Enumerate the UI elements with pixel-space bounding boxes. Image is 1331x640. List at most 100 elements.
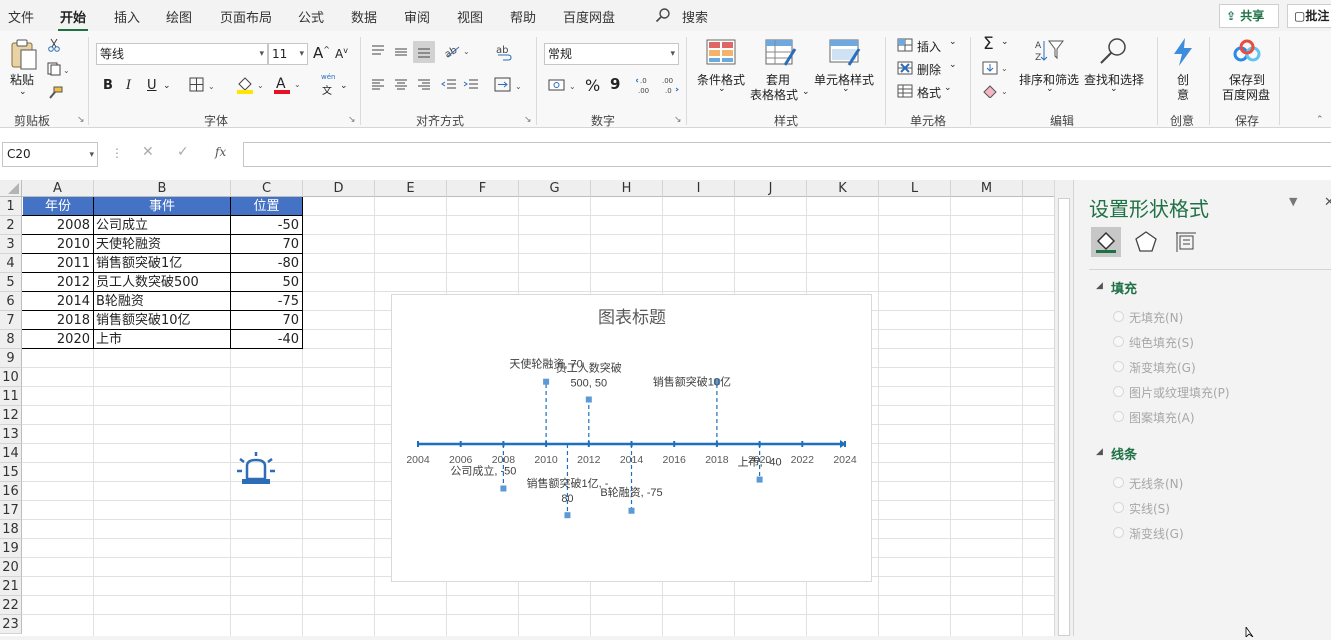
tab-draw[interactable]: 绘图 xyxy=(166,7,192,26)
chart-data-label[interactable]: 销售额突破10亿 xyxy=(653,375,731,389)
row-header-5[interactable]: 5 xyxy=(0,273,22,292)
conditional-chevron-down-icon[interactable]: ⌄ xyxy=(718,84,726,94)
radio-solid-fill[interactable] xyxy=(1113,336,1124,347)
chart-data-label[interactable]: 员工人数突破 xyxy=(556,361,622,375)
fill-section-triangle-icon[interactable]: ◢ xyxy=(1096,281,1103,291)
format-as-table-icon[interactable] xyxy=(765,39,797,70)
chart-data-point[interactable] xyxy=(564,512,571,519)
baidu-cloud-icon[interactable] xyxy=(1232,39,1262,68)
comma-button[interactable]: 9 xyxy=(610,75,620,93)
chart-data-label[interactable]: 80 xyxy=(561,493,573,505)
column-header-l[interactable]: L xyxy=(879,180,951,197)
table-cell-event[interactable]: 上市 xyxy=(96,330,230,349)
table-cell-event[interactable]: B轮融资 xyxy=(96,292,230,311)
row-header-22[interactable]: 22 xyxy=(0,596,22,615)
align-bottom-icon[interactable] xyxy=(413,41,435,63)
table-cell-event[interactable]: 销售额突破1亿 xyxy=(96,254,230,273)
row-header-20[interactable]: 20 xyxy=(0,558,22,577)
pane-options-chevron-down-icon[interactable]: ▼ xyxy=(1289,195,1297,208)
paste-label[interactable]: 粘贴 xyxy=(10,71,34,88)
table-cell-position[interactable]: -40 xyxy=(231,330,302,349)
tab-data[interactable]: 数据 xyxy=(351,7,377,26)
chart-data-point[interactable] xyxy=(500,485,507,492)
row-header-11[interactable]: 11 xyxy=(0,387,22,406)
format-cells-icon[interactable] xyxy=(897,84,913,101)
percent-button[interactable]: % xyxy=(585,76,600,95)
row-header-8[interactable]: 8 xyxy=(0,330,22,349)
decrease-indent-icon[interactable] xyxy=(441,79,457,94)
paste-icon[interactable] xyxy=(10,39,38,74)
column-header-h[interactable]: H xyxy=(591,180,663,197)
radio-gradient-fill[interactable] xyxy=(1113,361,1124,372)
row-header-21[interactable]: 21 xyxy=(0,577,22,596)
table-cell-event[interactable]: 销售额突破10亿 xyxy=(96,311,230,330)
column-header-e[interactable]: E xyxy=(375,180,447,197)
row-header-7[interactable]: 7 xyxy=(0,311,22,330)
radio-picture-fill[interactable] xyxy=(1113,386,1124,397)
paste-chevron-down-icon[interactable]: ⌄ xyxy=(19,87,27,97)
row-header-10[interactable]: 10 xyxy=(0,368,22,387)
table-cell-event[interactable]: 员工人数突破500 xyxy=(96,273,230,292)
select-all-button[interactable] xyxy=(0,180,22,197)
table-header-position[interactable]: 位置 xyxy=(231,197,302,216)
radio-gradient-line[interactable] xyxy=(1113,527,1124,538)
table-cell-year[interactable]: 2008 xyxy=(23,216,93,235)
table-cell-year[interactable]: 2010 xyxy=(23,235,93,254)
cell-styles-chevron-down-icon[interactable]: ⌄ xyxy=(842,84,850,94)
sort-filter-icon[interactable]: AZ xyxy=(1034,38,1064,67)
column-header-b[interactable]: B xyxy=(94,180,231,197)
orientation-icon[interactable]: ab ⌄ xyxy=(443,43,471,62)
alignment-launcher-icon[interactable]: ↘ xyxy=(524,115,532,125)
copy-icon[interactable]: ⌄ xyxy=(47,62,70,79)
create-label-2[interactable]: 意 xyxy=(1177,86,1189,103)
table-cell-year[interactable]: 2011 xyxy=(23,254,93,273)
clipboard-launcher-icon[interactable]: ↘ xyxy=(77,115,85,125)
table-header-event[interactable]: 事件 xyxy=(94,197,230,216)
conditional-format-icon[interactable] xyxy=(706,39,736,70)
radio-no-line[interactable] xyxy=(1113,477,1124,488)
chart-data-label[interactable]: 上市, -40 xyxy=(738,455,782,469)
column-header-m[interactable]: M xyxy=(951,180,1023,197)
insert-cells-icon[interactable] xyxy=(897,38,913,55)
close-icon[interactable]: ✕ xyxy=(1324,195,1331,210)
format-cells-label[interactable]: 格式 xyxy=(917,84,941,101)
font-size-select[interactable]: 11 ▾ xyxy=(268,43,308,65)
row-header-19[interactable]: 19 xyxy=(0,539,22,558)
line-section-triangle-icon[interactable]: ◢ xyxy=(1096,447,1103,457)
table-cell-event[interactable]: 天使轮融资 xyxy=(96,235,230,254)
row-header-18[interactable]: 18 xyxy=(0,520,22,539)
gradient-line-option[interactable]: 渐变线(G) xyxy=(1129,525,1184,542)
autosum-icon[interactable]: Σ xyxy=(983,34,994,54)
cut-icon[interactable] xyxy=(47,38,61,55)
increase-decimal-icon[interactable]: .0.00 xyxy=(635,75,654,98)
row-header-15[interactable]: 15 xyxy=(0,463,22,482)
font-name-select[interactable]: 等线 ▾ xyxy=(96,43,268,65)
table-cell-position[interactable]: 70 xyxy=(231,311,302,330)
shrink-font-button[interactable]: Av xyxy=(335,46,348,61)
enter-icon[interactable]: ✓ xyxy=(177,144,189,160)
phonetic-icon[interactable]: wén xyxy=(321,73,335,81)
bold-button[interactable]: B xyxy=(103,78,113,93)
underline-button[interactable]: U xyxy=(147,78,157,93)
delete-cells-chevron-down-icon[interactable]: ⌄ xyxy=(949,60,957,70)
table-cell-position[interactable]: -75 xyxy=(231,292,302,311)
border-icon[interactable]: ⌄ xyxy=(189,77,217,96)
tab-review[interactable]: 审阅 xyxy=(404,7,430,26)
table-cell-position[interactable]: -50 xyxy=(231,216,302,235)
row-header-23[interactable]: 23 xyxy=(0,615,22,634)
row-header-16[interactable]: 16 xyxy=(0,482,22,501)
table-cell-year[interactable]: 2020 xyxy=(23,330,93,349)
tab-formulas[interactable]: 公式 xyxy=(298,7,324,26)
font-color-icon[interactable]: A ⌄ xyxy=(273,75,303,97)
table-cell-event[interactable]: 公司成立 xyxy=(96,216,230,235)
decrease-decimal-icon[interactable]: .00.0 xyxy=(661,75,679,98)
format-painter-icon[interactable] xyxy=(47,86,63,103)
solid-line-option[interactable]: 实线(S) xyxy=(1129,500,1170,517)
chart-data-label[interactable]: 公司成立, -50 xyxy=(450,464,516,478)
solid-fill-option[interactable]: 纯色填充(S) xyxy=(1129,334,1194,351)
row-header-1[interactable]: 1 xyxy=(0,197,22,216)
accounting-format-icon[interactable]: ⌄ xyxy=(548,77,578,96)
vertical-scrollbar[interactable] xyxy=(1054,180,1073,636)
column-header-j[interactable]: J xyxy=(735,180,807,197)
row-header-12[interactable]: 12 xyxy=(0,406,22,425)
